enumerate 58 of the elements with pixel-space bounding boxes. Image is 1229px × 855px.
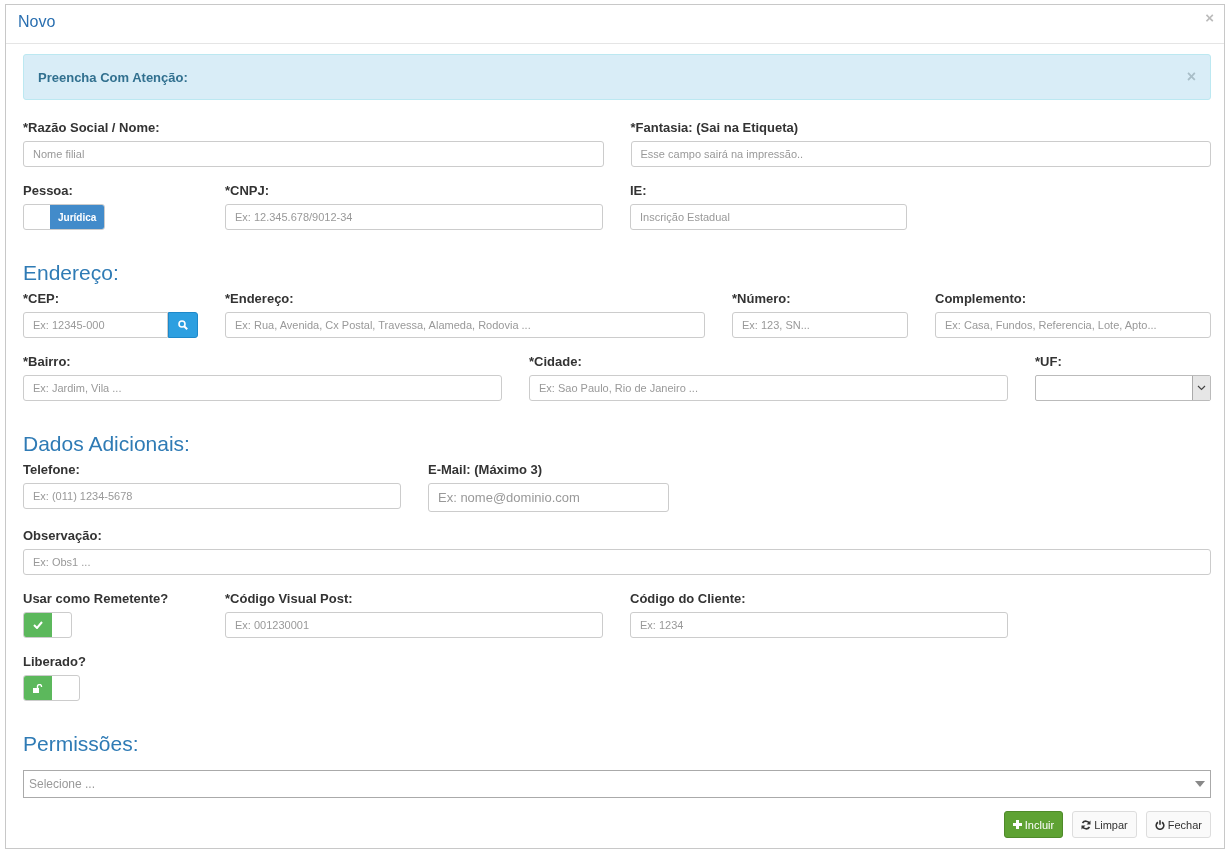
caret-down-icon <box>1195 781 1205 787</box>
field-label: Complemento: <box>935 291 1026 306</box>
close-button[interactable]: Fechar <box>1145 811 1211 838</box>
field-label: *Cidade: <box>529 354 582 369</box>
text-field[interactable]: Ex: Jardim, Vila ... <box>23 375 502 401</box>
section-heading: Endereço: <box>23 261 120 285</box>
field-label: *Bairro: <box>23 354 71 369</box>
add-button[interactable]: Incluir <box>1003 811 1064 838</box>
plus-icon <box>1012 820 1022 829</box>
person-type-switch[interactable]: Jurídica <box>23 204 106 230</box>
field-label: Liberado? <box>23 654 86 669</box>
dialog-title: Novo <box>18 13 56 31</box>
reset-button[interactable]: Limpar <box>1072 811 1137 838</box>
cep-field[interactable]: Ex: 12345-000 <box>23 312 168 338</box>
search-icon <box>178 320 188 330</box>
field-label: Observação: <box>23 528 102 543</box>
close-button[interactable]: × <box>1205 10 1214 25</box>
field-label: Pessoa: <box>23 183 73 198</box>
alert-close-button[interactable]: × <box>1186 69 1196 85</box>
email-field[interactable]: Ex: nome@dominio.com <box>428 483 669 512</box>
select-field[interactable] <box>1035 375 1211 401</box>
check-icon <box>33 621 43 629</box>
text-field[interactable]: Ex: 001230001 <box>225 612 603 638</box>
field-label: IE: <box>630 183 647 198</box>
field-label: *CEP: <box>23 291 60 306</box>
text-field[interactable]: Inscrição Estadual <box>630 204 907 230</box>
text-field[interactable]: Nome filial <box>23 141 604 167</box>
field-label: *CNPJ: <box>225 183 270 198</box>
search-button[interactable] <box>168 312 198 338</box>
toggle-switch[interactable] <box>23 612 72 638</box>
field-label: Código do Cliente: <box>630 591 746 606</box>
text-field[interactable]: Ex: Obs1 ... <box>23 549 1211 575</box>
toggle-switch[interactable] <box>23 675 80 701</box>
text-field[interactable]: Ex: (011) 1234-5678 <box>23 483 401 509</box>
permissions-select[interactable]: Selecione ... <box>23 770 1211 798</box>
text-field[interactable]: Ex: 123, SN... <box>732 312 908 338</box>
section-heading: Permissões: <box>23 732 140 756</box>
power-icon <box>1154 819 1165 830</box>
text-field[interactable]: Ex: 1234 <box>630 612 1008 638</box>
text-field[interactable]: Ex: Casa, Fundos, Referencia, Lote, Apto... <box>935 312 1211 338</box>
text-field[interactable]: Ex: Rua, Avenida, Cx Postal, Travessa, Alameda, Rodovia ... <box>225 312 705 338</box>
alert-text: Preencha Com Atenção: <box>38 69 188 85</box>
chevron-down-icon <box>1197 385 1206 391</box>
text-field[interactable]: Esse campo sairá na impressão.. <box>630 141 1211 167</box>
text-field[interactable]: Ex: 12.345.678/9012-34 <box>225 204 603 230</box>
field-label: *Razão Social / Nome: <box>23 120 160 135</box>
field-label: *Número: <box>732 291 791 306</box>
section-heading: Dados Adicionais: <box>23 432 191 456</box>
field-label: *Endereço: <box>225 291 294 306</box>
field-label: *Código Visual Post: <box>225 591 353 606</box>
unlock-icon <box>33 683 43 693</box>
field-label: Usar como Remetente? <box>23 591 169 606</box>
field-label: *UF: <box>1035 354 1062 369</box>
field-label: Telefone: <box>23 462 80 477</box>
field-label: *Fantasia: (Sai na Etiqueta) <box>630 120 799 135</box>
refresh-icon <box>1081 819 1092 830</box>
text-field[interactable]: Ex: Sao Paulo, Rio de Janeiro ... <box>529 375 1008 401</box>
field-label: E-Mail: (Máximo 3) <box>428 462 543 477</box>
